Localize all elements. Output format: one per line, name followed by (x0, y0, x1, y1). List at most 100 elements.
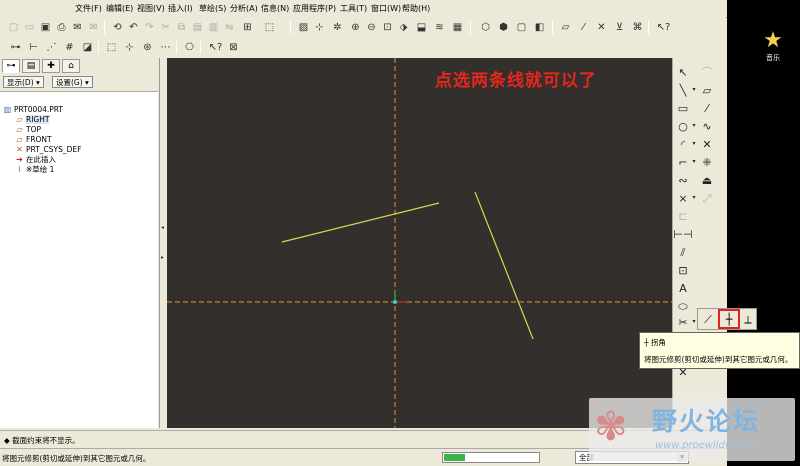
offset-edge-icon[interactable]: ⊏ (675, 208, 691, 224)
orient-icon[interactable]: ✲ (330, 20, 345, 35)
text-icon[interactable]: ⏏ (699, 172, 715, 188)
settings-dropdown[interactable]: 设置(G) ▾ (52, 76, 93, 88)
circle-flyout-icon[interactable]: ▾ (691, 118, 697, 134)
line-flyout-icon[interactable]: ▾ (691, 82, 697, 98)
repaint-icon[interactable]: ▨ (296, 20, 311, 35)
zoom-in-icon[interactable]: ⊕ (348, 20, 363, 35)
save-icon[interactable]: ▣ (38, 20, 53, 35)
collapse-left-icon[interactable]: ◂ (161, 224, 165, 231)
tab-history[interactable]: ⌂ (62, 59, 80, 73)
copy-icon[interactable]: ⧉ (174, 20, 189, 35)
reorient-icon[interactable]: ⬗ (396, 20, 411, 35)
view-manager-icon[interactable]: ▦ (450, 20, 465, 35)
sketch-line-2[interactable] (474, 191, 534, 340)
menu-sketch[interactable]: 草绘(S) (199, 3, 226, 14)
help-pointer-icon[interactable]: ↖? (208, 40, 223, 55)
constraints-icon[interactable]: ⊡ (675, 262, 691, 278)
saved-views-icon[interactable]: ⬓ (414, 20, 429, 35)
datum-axes-icon[interactable]: ⁄ (576, 20, 591, 35)
arc-icon[interactable]: ◜ (675, 136, 691, 152)
menu-applications[interactable]: 应用程序(P) (293, 3, 336, 14)
hidden-line-icon[interactable]: ⬢ (496, 20, 511, 35)
dynamic-trim-icon[interactable]: ✂ (675, 314, 691, 330)
modify-icon[interactable]: ⫽ (675, 244, 691, 260)
centerline-tangent-icon[interactable]: ▱ (699, 82, 715, 98)
menu-view[interactable]: 视图(V) (137, 3, 165, 14)
zoom-out-icon[interactable]: ⊖ (364, 20, 379, 35)
email-icon[interactable]: ✉ (70, 20, 85, 35)
paste-special-icon[interactable]: ▥ (206, 20, 221, 35)
spline-dim-icon[interactable]: ⌒ (699, 64, 715, 80)
tab-model-tree[interactable]: ⊶ (2, 59, 20, 73)
sketch-view-icon[interactable]: ⎔ (182, 40, 197, 55)
model-tree-icon[interactable]: ⊞ (240, 20, 255, 35)
circle-icon[interactable]: ○ (675, 118, 691, 134)
expand-right-icon[interactable]: ▸ (161, 254, 165, 261)
menu-edit[interactable]: 编辑(E) (106, 3, 133, 14)
paste-icon[interactable]: ▤ (190, 20, 205, 35)
mirror-icon[interactable]: ⇋ (222, 20, 237, 35)
select-arrow-icon[interactable]: ↖ (675, 64, 691, 80)
tab-favorites[interactable]: ✚ (42, 59, 60, 73)
graphics-area[interactable]: 点选两条线就可以了 (167, 58, 672, 428)
menu-help[interactable]: 帮助(H) (402, 3, 430, 14)
desktop-music-shortcut[interactable]: ★ 音乐 (758, 30, 788, 63)
palette-icon[interactable]: ⬭ (675, 298, 691, 314)
dynamic-trim-option-icon[interactable]: ⟋ (700, 312, 716, 328)
point-flyout-icon[interactable]: × (675, 190, 691, 206)
show-dropdown[interactable]: 显示(D) ▾ (3, 76, 44, 88)
tab-folder-browser[interactable]: ▤ (22, 59, 40, 73)
panel-splitter[interactable]: ◂ ▸ (160, 58, 167, 428)
sketch-orient-icon[interactable]: ◪ (80, 40, 95, 55)
arc-flyout-icon[interactable]: ▾ (691, 136, 697, 152)
datum-planes-icon[interactable]: ▱ (558, 20, 573, 35)
construction-line-icon[interactable]: ⁄ (699, 100, 715, 116)
menu-info[interactable]: 信息(N) (261, 3, 289, 14)
fillet-flyout-icon[interactable]: ▾ (691, 154, 697, 170)
tree-node-sketch[interactable]: ⌇ ※草绘 1 (15, 164, 55, 174)
redo-icon[interactable]: ↷ (142, 20, 157, 35)
sketch-display-dims-icon[interactable]: ⊶ (8, 40, 23, 55)
tree-node-right[interactable]: ▱ RIGHT (15, 114, 50, 124)
display-constraints-icon[interactable]: ⊢ (26, 40, 41, 55)
datum-points-icon[interactable]: ✕ (594, 20, 609, 35)
display-grid-icon[interactable]: # (62, 40, 77, 55)
print-icon[interactable]: ⎙ (54, 20, 69, 35)
spline-curve-icon[interactable]: ∾ (675, 172, 691, 188)
display-vertices-icon[interactable]: ⋰ (44, 40, 59, 55)
sketch-open-ends-icon[interactable]: ⋯ (158, 40, 173, 55)
cut-icon[interactable]: ✂ (158, 20, 173, 35)
rectangle-icon[interactable]: ▭ (675, 100, 691, 116)
undo-icon[interactable]: ↶ (126, 20, 141, 35)
use-edge-icon[interactable]: ⤢ (699, 190, 715, 206)
fillet-icon[interactable]: ⌐ (675, 154, 691, 170)
shading-icon[interactable]: ◧ (532, 20, 547, 35)
menu-analysis[interactable]: 分析(A) (230, 3, 258, 14)
coordinate-system-icon[interactable]: ⁜ (699, 154, 715, 170)
menu-file[interactable]: 文件(F) (75, 3, 102, 14)
sketch-tools-icon[interactable]: ⬚ (104, 40, 119, 55)
layers-icon[interactable]: ≋ (432, 20, 447, 35)
tree-node-front[interactable]: ▱ FRONT (15, 134, 51, 144)
menu-insert[interactable]: 插入(I) (168, 3, 193, 14)
sketch-overlap-icon[interactable]: ⊛ (140, 40, 155, 55)
menu-window[interactable]: 窗口(W) (371, 3, 401, 14)
selection-filter-icon[interactable]: ⬚ (262, 20, 277, 35)
sketch-diagnose-icon[interactable]: ⊹ (122, 40, 137, 55)
context-help-icon[interactable]: ↖? (656, 20, 671, 35)
text-a-icon[interactable]: A (675, 280, 691, 296)
tree-node-insert-here[interactable]: ➔ 在此插入 (15, 154, 56, 164)
refit-icon[interactable]: ⊡ (380, 20, 395, 35)
corner-trim-icon[interactable]: ┼ (718, 309, 740, 329)
open-file-icon[interactable]: ▭ (22, 20, 37, 35)
menu-tools[interactable]: 工具(T) (340, 3, 367, 14)
point-icon[interactable]: ✕ (699, 136, 715, 152)
spin-center-icon[interactable]: ⊹ (312, 20, 327, 35)
divide-icon[interactable]: ⟂ (740, 312, 756, 328)
point-flyout-arrow-icon[interactable]: ▾ (691, 190, 697, 206)
spline-icon[interactable]: ∿ (699, 118, 715, 134)
tree-node-csys[interactable]: ✕ PRT_CSYS_DEF (15, 144, 81, 154)
email-link-icon[interactable]: ✉ (86, 20, 101, 35)
regenerate-icon[interactable]: ⟲ (110, 20, 125, 35)
sketch-line-1[interactable] (281, 202, 440, 243)
